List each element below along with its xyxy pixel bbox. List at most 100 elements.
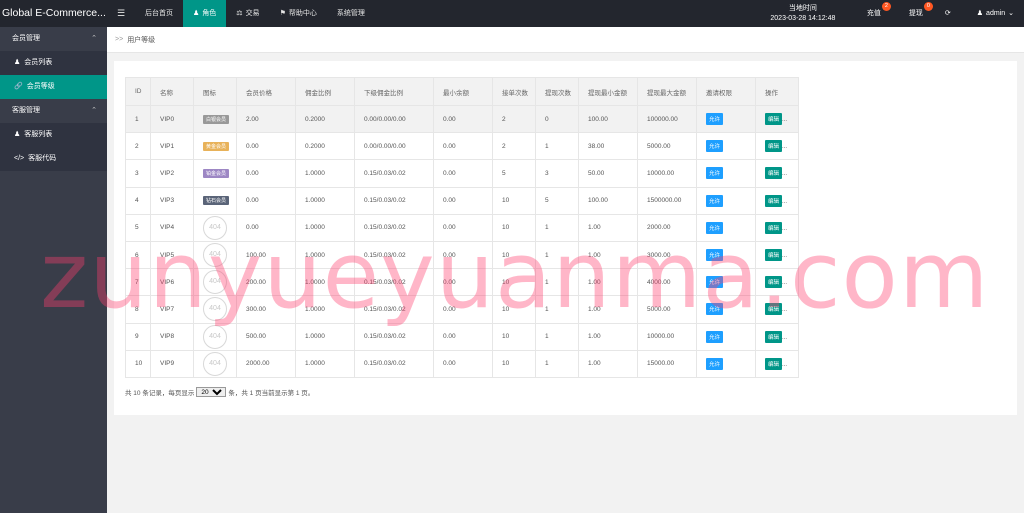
allow-button[interactable]: 允许 — [706, 140, 724, 153]
user-icon: ♟ — [976, 10, 984, 17]
cell-sub-rate: 0.15/0.03/0.02 — [354, 186, 434, 215]
cell-price: 0.00 — [236, 159, 296, 188]
edit-button[interactable]: 编辑 — [765, 303, 783, 316]
cell-rate: 1.0000 — [295, 186, 355, 215]
edit-button[interactable]: 编辑 — [765, 357, 783, 370]
edit-button[interactable]: 编辑 — [765, 167, 783, 180]
user-menu[interactable]: ♟ admin ⌄ — [967, 0, 1024, 27]
allow-button[interactable]: 允许 — [706, 330, 724, 343]
nav-system-label: 系统管理 — [336, 10, 365, 17]
cell-name: VIP0 — [150, 104, 194, 134]
cell-rate: 1.0000 — [295, 349, 355, 378]
more-actions[interactable]: ... — [782, 335, 787, 341]
level-badge: 黄金会员 — [203, 141, 230, 151]
cell-orders: 10 — [492, 322, 536, 351]
cell-sub-rate: 0.00/0.00/0.00 — [354, 132, 434, 161]
allow-button[interactable]: 允许 — [706, 113, 724, 126]
allow-button[interactable]: 允许 — [706, 357, 724, 370]
edit-button[interactable]: 编辑 — [765, 113, 783, 126]
cell-icon: 白银会员 — [193, 104, 237, 134]
more-actions[interactable]: ... — [782, 253, 787, 259]
cell-orders: 10 — [492, 213, 536, 242]
cell-withdraws: 1 — [535, 349, 579, 378]
more-actions[interactable]: ... — [782, 226, 787, 232]
cell-actions: 编辑... — [755, 322, 799, 351]
cell-wd-max: 5000.00 — [637, 295, 697, 324]
more-actions[interactable]: ... — [782, 362, 787, 368]
cell-id: 1 — [125, 104, 151, 134]
cell-wd-min: 50.00 — [578, 159, 638, 188]
cell-rate: 1.0000 — [295, 322, 355, 351]
edit-button[interactable]: 编辑 — [765, 276, 783, 289]
sidebar-item-member-level[interactable]: 🔗 会员等级 — [0, 75, 107, 99]
more-actions[interactable]: ... — [782, 307, 787, 313]
cell-wd-max: 4000.00 — [637, 268, 697, 297]
cell-rate: 1.0000 — [295, 159, 355, 188]
menu-toggle-icon[interactable]: ☰ — [107, 0, 135, 27]
cell-icon: 铂金会员 — [193, 159, 237, 188]
cell-min-balance: 0.00 — [433, 132, 493, 161]
cell-withdraws: 0 — [535, 104, 579, 134]
cell-invite: 允许 — [696, 322, 756, 351]
more-actions[interactable]: ... — [782, 199, 787, 205]
edit-button[interactable]: 编辑 — [765, 140, 783, 153]
cell-withdraws: 1 — [535, 295, 579, 324]
sidebar-group-members[interactable]: 会员管理 ⌃ — [0, 27, 107, 51]
pager-suffix: 条，共 1 页当前显示第 1 页。 — [228, 390, 315, 397]
table-row: 7 VIP6 404 200.00 1.0000 0.15/0.03/0.02 0.00 10… — [125, 268, 799, 297]
allow-button[interactable]: 允许 — [706, 276, 724, 289]
cell-withdraws: 1 — [535, 322, 579, 351]
refresh-icon[interactable]: ⟳ — [935, 0, 961, 27]
cell-min-balance: 0.00 — [433, 268, 493, 297]
recharge-link[interactable]: 充值 2 — [857, 0, 891, 27]
cell-orders: 5 — [492, 159, 536, 188]
col-id: ID — [125, 77, 151, 106]
cell-wd-max: 3000.00 — [637, 240, 697, 270]
cell-invite: 允许 — [696, 104, 756, 134]
nav-role[interactable]: ♟ 角色 — [183, 0, 227, 27]
level-badge: 铂金会员 — [203, 168, 230, 178]
allow-button[interactable]: 允许 — [706, 221, 724, 234]
col-price: 会员价格 — [236, 77, 296, 106]
cell-price: 0.00 — [236, 213, 296, 242]
level-table: ID 名称 图标 会员价格 佣金比例 下级佣金比例 最小余额 接单次数 提现次数… — [125, 77, 799, 378]
cell-actions: 编辑... — [755, 104, 799, 134]
edit-button[interactable]: 编辑 — [765, 221, 783, 234]
cell-name: VIP2 — [150, 159, 194, 188]
more-actions[interactable]: ... — [782, 117, 787, 123]
allow-button[interactable]: 允许 — [706, 249, 724, 262]
cell-min-balance: 0.00 — [433, 104, 493, 134]
cell-wd-min: 1.00 — [578, 240, 638, 270]
local-clock: 当地时间 2023-03-28 14:12:48 — [755, 4, 851, 24]
sidebar-item-service-code[interactable]: </> 客服代码 — [0, 147, 107, 171]
cell-min-balance: 0.00 — [433, 159, 493, 188]
edit-button[interactable]: 编辑 — [765, 249, 783, 262]
edit-button[interactable]: 编辑 — [765, 194, 783, 207]
withdraw-link[interactable]: 提现 0 — [899, 0, 933, 27]
allow-button[interactable]: 允许 — [706, 194, 724, 207]
sidebar-item-service-list[interactable]: ♟ 客服列表 — [0, 123, 107, 147]
more-actions[interactable]: ... — [782, 280, 787, 286]
nav-trade[interactable]: ⚖ 交易 — [226, 0, 269, 27]
more-actions[interactable]: ... — [782, 171, 787, 177]
allow-button[interactable]: 允许 — [706, 167, 724, 180]
allow-button[interactable]: 允许 — [706, 303, 724, 316]
cell-name: VIP1 — [150, 132, 194, 161]
cell-withdraws: 1 — [535, 240, 579, 270]
sidebar-item-member-list[interactable]: ♟ 会员列表 — [0, 51, 107, 75]
col-rate: 佣金比例 — [295, 77, 355, 106]
level-badge: 钻石会员 — [203, 196, 230, 206]
col-name: 名称 — [150, 77, 194, 106]
sidebar-group-service[interactable]: 客服管理 ⌃ — [0, 99, 107, 123]
cell-invite: 允许 — [696, 268, 756, 297]
cell-orders: 10 — [492, 295, 536, 324]
nav-help[interactable]: ⚑ 帮助中心 — [270, 0, 327, 27]
page-size-select[interactable]: 20 — [196, 387, 227, 397]
cell-name: VIP6 — [150, 268, 194, 297]
sidebar-item-label: 会员等级 — [26, 83, 55, 90]
edit-button[interactable]: 编辑 — [765, 330, 783, 343]
broken-image-icon: 404 — [203, 243, 227, 268]
nav-home[interactable]: 后台首页 — [135, 0, 183, 27]
nav-system[interactable]: 系统管理 — [327, 0, 375, 27]
more-actions[interactable]: ... — [782, 144, 787, 150]
